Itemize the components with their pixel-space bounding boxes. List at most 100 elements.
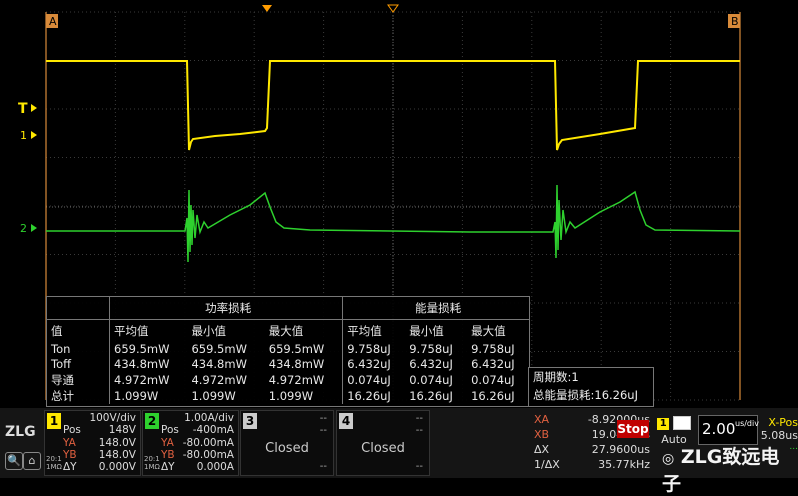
ch3-scale-dash: -- — [319, 413, 327, 424]
zlg-watermark: ◎ ZLG致远电子 — [662, 442, 798, 496]
ch2-number: 2 — [145, 413, 159, 429]
ch4-state: Closed — [361, 441, 405, 456]
ch2-pos: -400mA — [192, 424, 234, 436]
power-loss-measurement-table: 功率损耗 能量损耗 值 平均值 最小值 最大值 平均值 最小值 最大值 Ton 6… — [46, 296, 530, 407]
cursor-inv-label: 1/ΔX — [534, 458, 560, 471]
ch2-impedance: 1MΩ — [144, 463, 160, 471]
ch3-number: 3 — [243, 413, 257, 429]
cursor-xb-label: XB — [534, 428, 550, 441]
row-label: Ton — [51, 341, 71, 356]
ch1-ground-label: 1 — [20, 129, 27, 142]
cursor-inv-value: 35.77kHz — [598, 458, 650, 471]
row-value: 434.8mW — [191, 357, 247, 372]
measurement-row: Toff 434.8mW 434.8mW 434.8mW 6.432uJ 6.432uJ 6… — [47, 356, 529, 372]
ch2-probe-ratio: 20:1 — [144, 455, 160, 463]
ch2-yb: -80.00mA — [182, 449, 234, 461]
row-value: 0.074uJ — [342, 372, 406, 388]
logo-text: ZLG — [5, 424, 36, 440]
row-value: 9.758uJ — [409, 341, 453, 356]
cursor-xa-label: XA — [534, 413, 550, 426]
measurement-row: Ton 659.5mW 659.5mW 659.5mW 9.758uJ 9.758uJ 9.… — [47, 341, 529, 357]
ch1-yb-label: YB — [63, 449, 77, 461]
trigger-level-label: T — [18, 101, 28, 117]
center-marker — [387, 4, 399, 13]
ch1-number: 1 — [47, 413, 61, 429]
column-header: 最大值 — [268, 323, 304, 338]
ch2-panel[interactable]: 2 1.00A/div Pos -400mA YA -80.00mA YB -80.0… — [142, 410, 239, 476]
zlg-logo[interactable]: ZLG 🔍 ⌂ — [3, 412, 41, 474]
row-value: 434.8mW — [109, 356, 188, 372]
ch1-ground-arrow — [31, 131, 37, 139]
ch1-panel[interactable]: 1 100V/div Pos 148V YA 148.0V YB 148.0V ΔY 0… — [44, 410, 141, 476]
row-value: 1.099W — [268, 389, 314, 403]
column-header: 最大值 — [471, 323, 506, 338]
ch1-yb: 148.0V — [98, 449, 136, 461]
row-value: 659.5mW — [109, 341, 188, 357]
cursor-b-label: B — [731, 15, 739, 28]
cursor-dx-label: ΔX — [534, 443, 550, 456]
period-count: 周期数:1 — [533, 370, 579, 384]
ch4-pos-dash: -- — [415, 425, 423, 436]
measurement-row: 导通 4.972mW 4.972mW 4.972mW 0.074uJ 0.074uJ 0.0… — [47, 372, 529, 388]
ch1-dy-label: ΔY — [63, 461, 77, 473]
ch1-impedance: 1MΩ — [46, 463, 62, 471]
cursor-a-label: A — [49, 15, 57, 28]
row-value: 659.5mW — [268, 341, 325, 356]
watermark-text: ZLG致远电子 — [662, 446, 780, 495]
row-value: 16.26uJ — [342, 388, 406, 404]
power-loss-header: 功率损耗 — [108, 297, 343, 320]
row-value: 16.26uJ — [471, 389, 515, 403]
total-energy-loss: 总能量损耗:16.26uJ — [533, 388, 638, 402]
ch2-yb-label: YB — [161, 449, 175, 461]
row-value: 659.5mW — [191, 341, 247, 356]
run-stop-button[interactable]: Stop — [617, 420, 649, 438]
row-value: 4.972mW — [268, 373, 325, 387]
ch2-pos-label: Pos — [161, 424, 179, 436]
ch1-scale: 100V/div — [89, 412, 136, 424]
column-header: 平均值 — [342, 319, 406, 341]
row-value: 6.432uJ — [471, 357, 515, 372]
column-header: 平均值 — [109, 319, 188, 341]
row-value: 16.26uJ — [409, 389, 453, 403]
row-value: 1.099W — [109, 388, 188, 404]
ch2-ground-label: 2 — [20, 222, 27, 235]
ch4-dy-dash: -- — [415, 461, 423, 472]
ch4-scale-dash: -- — [415, 413, 423, 424]
xpos-label: X-Pos — [768, 416, 798, 429]
ch4-panel[interactable]: 4 -- -- Closed -- — [336, 410, 430, 476]
ch3-panel[interactable]: 3 -- -- Closed -- — [240, 410, 334, 476]
row-value: 4.972mW — [109, 372, 188, 388]
row-value: 6.432uJ — [342, 356, 406, 372]
row-label: Toff — [51, 357, 72, 372]
xpos-value: 5.08us — [760, 429, 798, 442]
timebase-value: 2.00 — [702, 420, 736, 438]
ch3-pos-dash: -- — [319, 425, 327, 436]
timebase-unit: us/div — [735, 419, 759, 428]
ch1-probe-ratio: 20:1 — [46, 455, 62, 463]
cursor-dx-value: 27.9600us — [591, 443, 650, 456]
weibo-icon: ◎ — [662, 451, 675, 467]
timebase-control[interactable]: 2.00 us/div — [698, 415, 759, 445]
value-column-header: 值 — [51, 323, 63, 338]
row-value: 6.432uJ — [409, 357, 453, 372]
trigger-source: 1 — [657, 418, 670, 430]
trigger-position-marker — [262, 5, 272, 12]
ch2-scale: 1.00A/div — [184, 412, 234, 424]
ch3-state: Closed — [265, 441, 309, 456]
zoom-icon[interactable]: 🔍 — [5, 452, 23, 470]
row-label: 总计 — [51, 389, 74, 403]
row-value: 1.099W — [191, 389, 236, 403]
column-header: 最小值 — [191, 323, 226, 338]
home-icon[interactable]: ⌂ — [23, 452, 41, 470]
trigger-edge-icon — [672, 416, 691, 430]
measurement-row: 总计 1.099W 1.099W 1.099W 16.26uJ 16.26uJ 16.26u… — [47, 388, 529, 404]
ch1-dy: 0.000V — [98, 461, 136, 473]
row-value: 0.074uJ — [471, 373, 515, 387]
ch2-ya-label: YA — [161, 437, 174, 449]
row-value: 9.758uJ — [471, 341, 515, 356]
energy-loss-header: 能量损耗 — [342, 297, 529, 320]
ch2-ground-arrow — [31, 224, 37, 232]
period-summary: 周期数:1 总能量损耗:16.26uJ — [528, 367, 654, 407]
trigger-level-arrow — [31, 104, 37, 112]
row-value: 9.758uJ — [342, 341, 406, 357]
